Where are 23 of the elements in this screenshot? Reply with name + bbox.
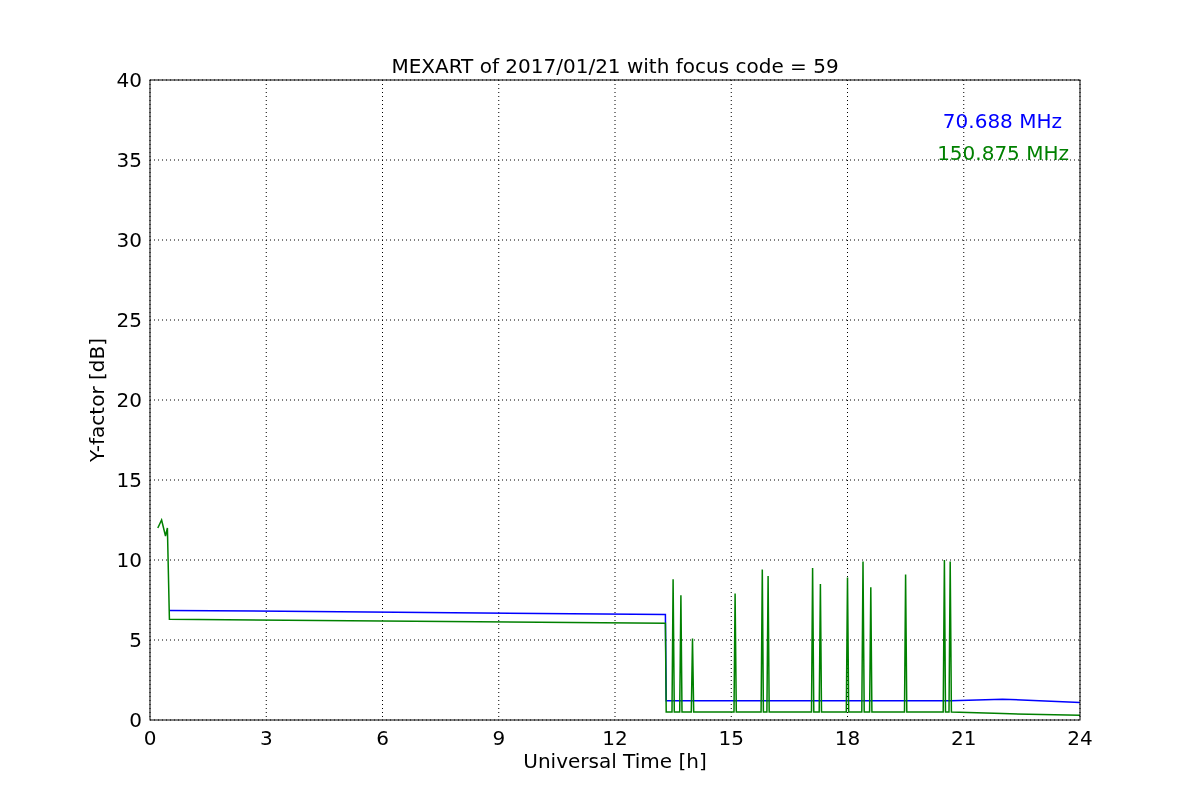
x-tick-label: 15 — [718, 726, 744, 750]
y-tick-label: 40 — [116, 68, 142, 92]
x-tick-label: 9 — [492, 726, 506, 750]
y-tick-label: 20 — [116, 388, 142, 412]
x-tick-label: 6 — [376, 726, 389, 750]
legend-label: 150.875 MHz — [937, 141, 1069, 165]
y-tick-label: 25 — [116, 308, 142, 332]
y-tick-label: 15 — [116, 468, 142, 492]
y-tick-label: 35 — [116, 148, 142, 172]
chart-title: MEXART of 2017/01/21 with focus code = 59 — [391, 54, 839, 78]
x-tick-label: 3 — [259, 726, 273, 750]
y-tick-label: 5 — [129, 628, 142, 652]
y-tick-label: 0 — [129, 708, 142, 732]
x-tick-label: 18 — [834, 726, 861, 750]
x-tick-label: 21 — [951, 726, 977, 750]
x-tick-label: 24 — [1067, 726, 1093, 750]
legend-label: 70.688 MHz — [942, 109, 1062, 133]
y-axis-label: Y-factor [dB] — [85, 338, 109, 462]
x-tick-label: 12 — [602, 726, 628, 750]
x-axis-label: Universal Time [h] — [523, 749, 707, 773]
y-tick-label: 10 — [116, 548, 142, 572]
x-tick-label: 0 — [143, 726, 157, 750]
y-tick-label: 30 — [116, 228, 142, 252]
